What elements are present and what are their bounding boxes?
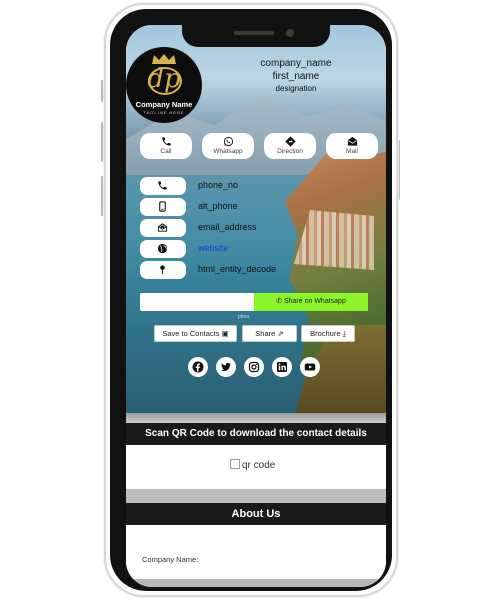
share-icon: ⇗ xyxy=(277,329,284,338)
contact-row-phone[interactable]: phone_no xyxy=(140,177,340,195)
logo-tagline: TAGLINE HERE xyxy=(143,110,185,115)
contact-row-email[interactable]: email_address xyxy=(140,219,340,237)
share-on-whatsapp-label: Share on Whatsapp xyxy=(283,298,346,305)
designation: designation xyxy=(275,84,317,93)
call-label: Call xyxy=(160,148,172,155)
whatsapp-icon: ✆ xyxy=(276,298,283,305)
website-link[interactable]: website xyxy=(198,243,229,253)
whatsapp-button[interactable]: Whatsapp xyxy=(202,133,254,159)
share-button[interactable]: Share ⇗ xyxy=(242,325,297,342)
mail-icon xyxy=(347,136,357,146)
direction-icon xyxy=(284,136,296,147)
logo-company-name: Company Name xyxy=(135,100,193,109)
phone-notch xyxy=(182,25,330,47)
phone-button[interactable] xyxy=(140,177,186,195)
address-button[interactable] xyxy=(140,261,186,279)
whatsapp-number-input[interactable] xyxy=(140,293,254,311)
website-button[interactable] xyxy=(140,240,186,258)
linkedin-link[interactable] xyxy=(272,357,292,377)
envelope-icon xyxy=(157,223,168,232)
linkedin-icon xyxy=(277,362,287,372)
alt-phone-text: alt_phone xyxy=(198,201,238,211)
phone-bezel: dp Company Name TAGLINE HERE company_nam… xyxy=(110,9,392,591)
qr-section-heading: Scan QR Code to download the contact det… xyxy=(126,423,386,445)
contact-row-address[interactable]: html_entity_decode xyxy=(140,261,340,279)
address-text: html_entity_decode xyxy=(198,264,277,274)
globe-icon xyxy=(157,243,168,254)
instagram-icon xyxy=(248,361,260,373)
call-button[interactable]: Call xyxy=(140,133,192,159)
phone-frame: dp Company Name TAGLINE HERE company_nam… xyxy=(104,3,398,597)
phone-number-text: phone_no xyxy=(198,180,239,190)
twitter-link[interactable] xyxy=(216,357,236,377)
download-icon: ⤓ xyxy=(342,329,346,338)
quick-actions: Call Whatsapp Direction Mail xyxy=(140,133,378,159)
phone-icon xyxy=(158,181,167,190)
map-pin-icon xyxy=(160,265,165,275)
direction-button[interactable]: Direction xyxy=(264,133,316,159)
share-note: phno xyxy=(238,314,250,320)
twitter-icon xyxy=(221,362,231,371)
email-button[interactable] xyxy=(140,219,186,237)
company-name: company_name xyxy=(260,58,332,69)
company-name-label: Company Name: xyxy=(142,555,199,564)
phone-screen: dp Company Name TAGLINE HERE company_nam… xyxy=(126,25,386,587)
section-divider xyxy=(126,579,386,587)
phone-icon xyxy=(161,137,171,146)
contact-row-website[interactable]: website xyxy=(140,240,340,258)
save-to-contacts-label: Save to Contacts xyxy=(162,329,220,338)
brochure-label: Brochure xyxy=(310,329,341,338)
mail-button[interactable]: Mail xyxy=(326,133,378,159)
first-name: first_name xyxy=(272,71,320,82)
identity-block: company_name first_name designation xyxy=(236,57,356,95)
facebook-link[interactable] xyxy=(188,357,208,377)
whatsapp-icon xyxy=(223,136,233,147)
direction-label: Direction xyxy=(277,148,303,155)
section-divider xyxy=(126,489,386,503)
contact-row-alt-phone[interactable]: alt_phone xyxy=(140,198,340,216)
instagram-link[interactable] xyxy=(244,357,264,377)
alt-phone-button[interactable] xyxy=(140,198,186,216)
share-label: Share xyxy=(255,329,276,338)
logo-monogram: dp xyxy=(126,65,202,95)
about-heading: About Us xyxy=(126,503,386,525)
whatsapp-label: Whatsapp xyxy=(213,148,243,155)
youtube-icon xyxy=(304,363,316,371)
section-divider xyxy=(126,413,386,423)
facebook-icon xyxy=(192,361,204,373)
company-logo: dp Company Name TAGLINE HERE xyxy=(126,47,202,123)
qr-code-image: qr code xyxy=(230,459,275,471)
contact-card-icon: ▣ xyxy=(221,329,229,338)
share-on-whatsapp-button[interactable]: ✆ Share on Whatsapp xyxy=(254,293,368,311)
save-to-contacts-button[interactable]: Save to Contacts ▣ xyxy=(154,325,237,342)
mobile-icon xyxy=(159,201,166,212)
brochure-button[interactable]: Brochure ⤓ xyxy=(301,325,355,342)
about-section xyxy=(126,525,386,581)
email-text: email_address xyxy=(198,222,257,232)
mail-label: Mail xyxy=(346,148,358,155)
youtube-link[interactable] xyxy=(300,357,320,377)
